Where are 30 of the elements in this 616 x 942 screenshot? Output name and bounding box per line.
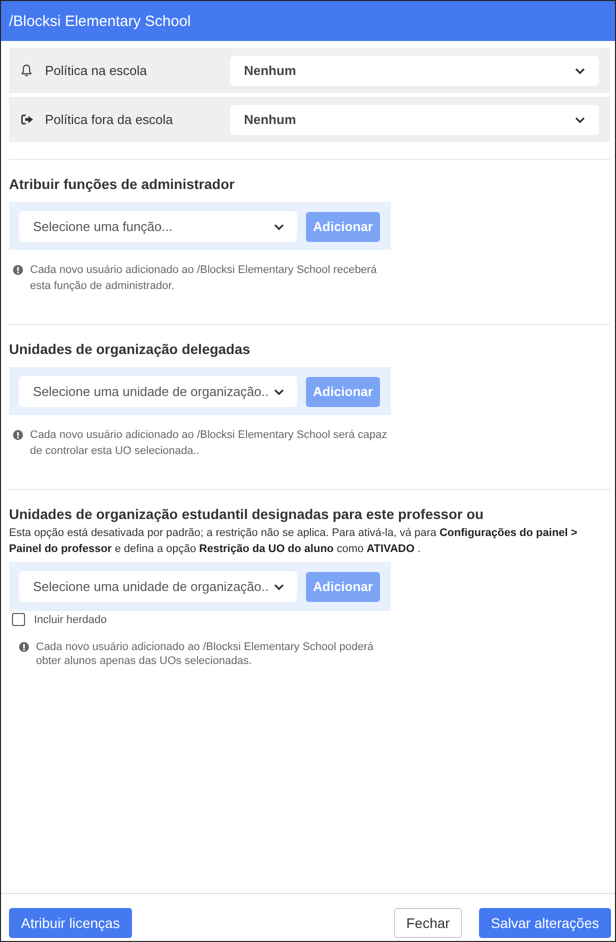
section-heading: Unidades de organização estudantil designadas para este professor ou xyxy=(9,505,485,523)
info-icon xyxy=(13,265,23,275)
info-icon xyxy=(19,642,29,652)
select-field[interactable]: Selecione uma unidade de organização.. xyxy=(19,376,297,407)
exit-arrow-icon xyxy=(21,114,34,125)
note-text: Cada novo usuário adicionado ao /Blocksi Elementary School será capaz de controlar esta UO selecionada.. xyxy=(30,428,388,459)
chevron-down-icon xyxy=(274,584,284,590)
chevron-down-icon xyxy=(274,388,284,394)
checkbox-label: Incluir herdado xyxy=(34,614,107,626)
footer-button[interactable]: Salvar alterações xyxy=(478,908,611,938)
chevron-down-icon xyxy=(575,68,585,74)
chevron-down-icon xyxy=(575,116,585,122)
window-title: /Blocksi Elementary School xyxy=(9,12,191,30)
info-icon xyxy=(13,430,23,440)
policy-label: Política na escola xyxy=(45,63,147,78)
policy-label: Política fora da escola xyxy=(45,112,173,127)
footer-button[interactable]: Atribuir licenças xyxy=(9,908,132,938)
note-text: Cada novo usuário adicionado ao /Blocksi Elementary School receberá esta função de administrador. xyxy=(30,263,378,294)
policy-select[interactable]: Nenhum xyxy=(230,56,599,86)
footer-button[interactable]: Fechar xyxy=(394,908,462,938)
checkbox[interactable] xyxy=(12,613,25,626)
description-text: Esta opção está desativada por padrão; a restrição não se aplica. Para ativá-la, vá para Configurações do painel > Painel do professor e defina a opção Restrição da UO do aluno como ATIVADO . xyxy=(9,526,578,557)
select-field[interactable]: Selecione uma unidade de organização.. xyxy=(19,571,297,602)
policy-select[interactable]: Nenhum xyxy=(230,104,599,134)
note-text: Cada novo usuário adicionado ao /Blocksi Elementary School poderá obter alunos apenas das UOs selecionadas. xyxy=(36,640,375,668)
chevron-down-icon xyxy=(274,224,284,230)
section-heading: Atribuir funções de administrador xyxy=(9,175,236,193)
section-heading: Unidades de organização delegadas xyxy=(9,340,252,358)
bell-icon xyxy=(21,64,32,77)
select-field[interactable]: Selecione uma função... xyxy=(19,211,297,242)
